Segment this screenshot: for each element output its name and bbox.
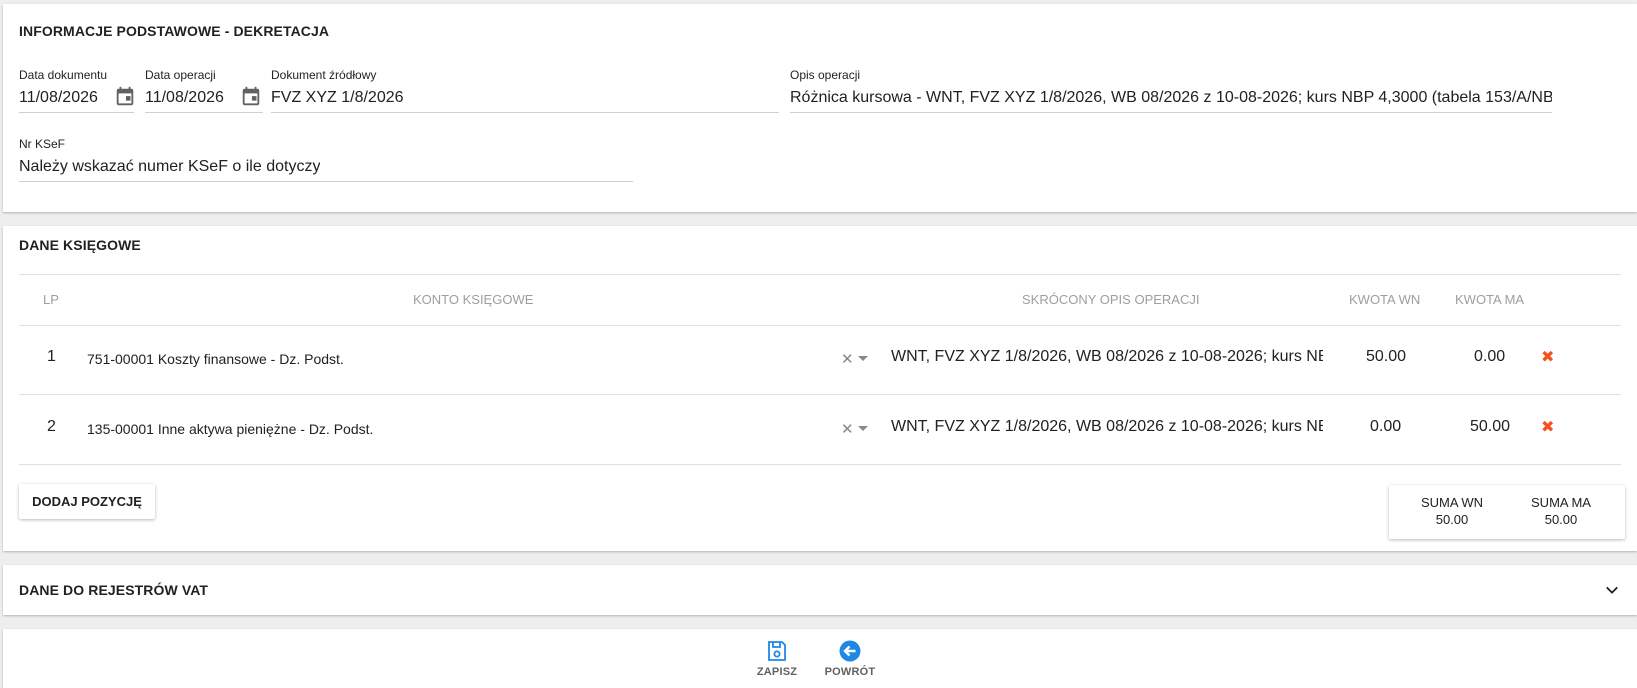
total-credit-value: 50.00	[1544, 512, 1578, 527]
back-label: POWRÓT	[824, 666, 876, 678]
ksef-number-label: Nr KSeF	[19, 137, 66, 151]
total-debit: SUMA WN 50.00	[1397, 494, 1507, 528]
actions-bar: ZAPISZ POWRÓT	[3, 629, 1637, 688]
debit-amount-input[interactable]: 50.00	[1366, 348, 1406, 366]
operation-description-label: Opis operacji	[790, 68, 861, 82]
credit-amount-input[interactable]: 50.00	[1470, 418, 1510, 436]
ksef-number-value[interactable]: Należy wskazać numer KSeF o ile dotyczy	[19, 158, 320, 176]
calendar-icon[interactable]	[114, 86, 136, 108]
totals-box: SUMA WN 50.00 SUMA MA 50.00	[1389, 485, 1625, 539]
short-description-input[interactable]: WNT, FVZ XYZ 1/8/2026, WB 08/2026 z 10-0…	[891, 348, 1323, 366]
arrow-left-circle-icon	[839, 640, 861, 662]
accounting-table-header: LP KONTO KSIĘGOWE SKRÓCONY OPIS OPERACJI…	[19, 274, 1621, 326]
column-credit: KWOTA MA	[1455, 292, 1525, 307]
delete-icon[interactable]: ✖	[1541, 347, 1554, 367]
floppy-disk-icon	[768, 641, 786, 661]
ksef-number-underline	[19, 181, 633, 182]
credit-amount-input[interactable]: 0.00	[1474, 348, 1505, 366]
source-document-underline	[271, 112, 779, 113]
column-description: SKRÓCONY OPIS OPERACJI	[1022, 292, 1200, 307]
vat-registers-card[interactable]: DANE DO REJESTRÓW VAT	[3, 565, 1637, 615]
document-date-value[interactable]: 11/08/2026	[19, 89, 98, 107]
clear-icon[interactable]: ✕	[841, 420, 854, 438]
operation-date-value[interactable]: 11/08/2026	[145, 89, 224, 107]
accounting-card: DANE KSIĘGOWE LP KONTO KSIĘGOWE SKRÓCONY…	[3, 226, 1637, 551]
total-credit-label: SUMA MA	[1531, 495, 1591, 510]
document-date-underline	[19, 112, 134, 113]
total-debit-value: 50.00	[1435, 512, 1469, 527]
chevron-down-icon[interactable]	[858, 426, 868, 431]
debit-amount-input[interactable]: 0.00	[1370, 418, 1401, 436]
column-debit: KWOTA WN	[1349, 292, 1421, 307]
vat-registers-title: DANE DO REJESTRÓW VAT	[19, 582, 209, 598]
account-select[interactable]: 135-00001 Inne aktywa pieniężne - Dz. Po…	[87, 421, 373, 437]
accounting-title: DANE KSIĘGOWE	[19, 237, 141, 253]
table-row: 1 751-00001 Koszty finansowe - Dz. Podst…	[19, 322, 1621, 395]
operation-description-value[interactable]: Różnica kursowa - WNT, FVZ XYZ 1/8/2026,…	[790, 89, 1552, 107]
save-button[interactable]: ZAPISZ	[747, 639, 807, 678]
operation-description-underline	[790, 112, 1552, 113]
back-button[interactable]: POWRÓT	[820, 639, 880, 678]
table-row: 2 135-00001 Inne aktywa pieniężne - Dz. …	[19, 392, 1621, 465]
column-lp: LP	[43, 292, 59, 307]
account-select[interactable]: 751-00001 Koszty finansowe - Dz. Podst.	[87, 351, 344, 367]
chevron-down-icon[interactable]	[1603, 581, 1621, 599]
column-account: KONTO KSIĘGOWE	[413, 292, 534, 307]
add-position-button[interactable]: DODAJ POZYCJĘ	[19, 484, 155, 519]
operation-date-label: Data operacji	[145, 68, 216, 82]
calendar-icon[interactable]	[240, 86, 262, 108]
delete-icon[interactable]: ✖	[1541, 417, 1554, 437]
total-debit-label: SUMA WN	[1420, 495, 1484, 510]
row-lp: 1	[47, 348, 56, 365]
short-description-input[interactable]: WNT, FVZ XYZ 1/8/2026, WB 08/2026 z 10-0…	[891, 418, 1323, 436]
total-credit: SUMA MA 50.00	[1506, 494, 1616, 528]
row-lp: 2	[47, 418, 56, 435]
basic-info-title: INFORMACJE PODSTAWOWE - DEKRETACJA	[19, 23, 330, 39]
operation-date-underline	[145, 112, 263, 113]
basic-info-card: INFORMACJE PODSTAWOWE - DEKRETACJA Data …	[3, 4, 1637, 212]
clear-icon[interactable]: ✕	[841, 350, 854, 368]
document-date-label: Data dokumentu	[19, 68, 108, 82]
source-document-value[interactable]: FVZ XYZ 1/8/2026	[271, 89, 404, 107]
source-document-label: Dokument źródłowy	[271, 68, 377, 82]
chevron-down-icon[interactable]	[858, 356, 868, 361]
save-label: ZAPISZ	[756, 666, 798, 678]
